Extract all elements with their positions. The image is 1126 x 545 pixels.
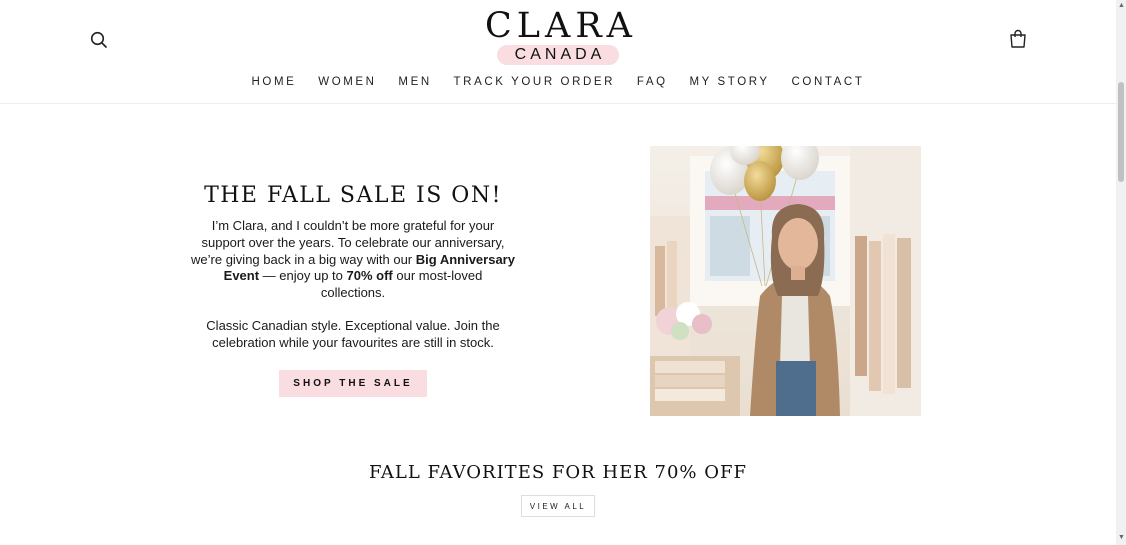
nav-women[interactable]: WOMEN	[318, 76, 376, 88]
search-icon[interactable]	[89, 30, 109, 50]
hero-text: THE FALL SALE IS ON! I’m Clara, and I co…	[190, 183, 516, 397]
hero-title: THE FALL SALE IS ON!	[204, 183, 502, 208]
view-all-button[interactable]: VIEW ALL	[521, 495, 595, 517]
logo-brand: CLARA	[485, 6, 637, 46]
intro-text: — enjoy up to	[259, 268, 347, 284]
shopping-bag-icon[interactable]	[1008, 29, 1028, 49]
scroll-down-arrow-icon[interactable]: ▼	[1118, 534, 1125, 541]
scroll-up-arrow-icon[interactable]: ▲	[1118, 2, 1125, 9]
hero-photo	[650, 146, 921, 416]
hero-paragraph-tagline: Classic Canadian style. Exceptional valu…	[206, 317, 500, 350]
collection-title: FALL FAVORITES FOR HER 70% OFF	[369, 462, 747, 483]
nav-contact[interactable]: CONTACT	[792, 76, 865, 88]
page-scrollbar[interactable]: ▲ ▼	[1116, 0, 1126, 545]
logo[interactable]: CLARA CANADA	[470, 8, 646, 66]
hero-paragraph-intro: I’m Clara, and I couldn’t be more gratef…	[190, 218, 516, 302]
nav-track-order[interactable]: TRACK YOUR ORDER	[454, 76, 616, 88]
nav-home[interactable]: HOME	[252, 76, 297, 88]
shop-the-sale-button[interactable]: SHOP THE SALE	[279, 369, 427, 397]
main-nav: HOME WOMEN MEN TRACK YOUR ORDER FAQ MY S…	[0, 76, 1116, 88]
discount-text: 70% off	[346, 268, 393, 284]
site-header: CLARA CANADA HOME WOMEN MEN TRACK YOUR O…	[0, 0, 1116, 104]
nav-men[interactable]: MEN	[398, 76, 431, 88]
scroll-thumb[interactable]	[1118, 82, 1124, 182]
logo-subtitle: CANADA	[496, 45, 620, 65]
nav-my-story[interactable]: MY STORY	[689, 76, 769, 88]
nav-faq[interactable]: FAQ	[637, 76, 668, 88]
